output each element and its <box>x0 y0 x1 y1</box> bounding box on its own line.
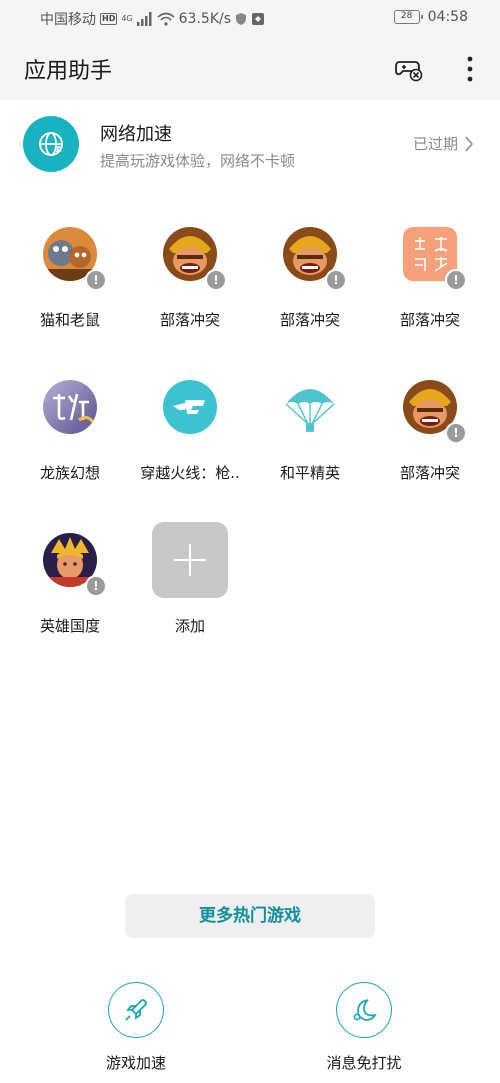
globe-icon <box>23 116 79 172</box>
parachute-icon <box>283 380 337 434</box>
network-type: 4G <box>121 14 133 23</box>
dragon-raja-icon <box>43 380 97 434</box>
network-speed: 63.5K/s <box>178 11 232 27</box>
game-boost-label: 游戏加速 <box>105 1054 166 1072</box>
more-hot-games-button[interactable]: 更多热门游戏 <box>125 894 375 938</box>
game-label: 猫和老鼠 <box>39 311 100 329</box>
game-label: 英雄国度 <box>39 617 100 635</box>
network-boost-status: 已过期 <box>413 133 474 154</box>
more-menu-icon[interactable] <box>455 54 485 84</box>
game-boost-action[interactable]: 游戏加速 <box>66 982 206 1077</box>
game-item[interactable]: ! 英雄国度 <box>10 533 130 653</box>
chevron-right-icon <box>465 135 474 152</box>
network-boost-row[interactable]: 网络加速 提高玩游戏体验，网络不卡顿 已过期 <box>0 100 500 188</box>
page-title: 应用助手 <box>24 59 113 84</box>
shield-icon <box>236 13 247 25</box>
moon-icon <box>336 982 392 1038</box>
clock: 04:58 <box>427 9 468 25</box>
hd-icon: HD <box>100 13 118 25</box>
wifi-icon <box>157 12 175 26</box>
alert-badge-icon: ! <box>445 269 467 291</box>
game-item[interactable]: ! 猫和老鼠 <box>10 227 130 347</box>
game-label: 部落冲突 <box>399 311 460 329</box>
app-status-icon <box>252 13 265 25</box>
game-item[interactable]: 和平精英 <box>250 380 370 500</box>
crossfire-icon <box>163 380 217 434</box>
game-label: 部落冲突 <box>279 311 340 329</box>
alert-badge-icon: ! <box>445 422 467 444</box>
game-label: 龙族幻想 <box>39 464 100 482</box>
alert-badge-icon: ! <box>85 269 107 291</box>
game-label: 穿越火线：枪.. <box>140 464 240 482</box>
gamepad-off-icon[interactable] <box>394 54 424 84</box>
signal-icon <box>136 12 152 26</box>
battery-icon: 28 <box>393 10 423 24</box>
do-not-disturb-action[interactable]: 消息免打扰 <box>294 982 434 1077</box>
game-label: 和平精英 <box>279 464 340 482</box>
alert-badge-icon: ! <box>325 269 347 291</box>
rocket-icon <box>108 982 164 1038</box>
expired-label: 已过期 <box>412 135 458 153</box>
game-item[interactable]: ! 部落冲突 <box>250 227 370 347</box>
game-label: 部落冲突 <box>159 311 220 329</box>
game-item[interactable]: 穿越火线：枪.. <box>130 380 250 500</box>
network-boost-subtitle: 提高玩游戏体验，网络不卡顿 <box>100 152 296 170</box>
app-header: 应用助手 <box>0 36 500 100</box>
game-item[interactable]: ! 部落冲突 <box>370 380 490 500</box>
game-label: 部落冲突 <box>399 464 460 482</box>
status-bar: 中国移动 HD 4G 63.5K/s 28 04:58 <box>0 0 500 36</box>
alert-badge-icon: ! <box>205 269 227 291</box>
do-not-disturb-label: 消息免打扰 <box>326 1054 402 1072</box>
status-left: 中国移动 HD 4G 63.5K/s <box>40 9 265 29</box>
game-item[interactable]: 龙族幻想 <box>10 380 130 500</box>
status-right: 28 04:58 <box>393 9 468 25</box>
network-boost-title: 网络加速 <box>100 124 172 145</box>
alert-badge-icon: ! <box>85 575 107 597</box>
game-item[interactable]: ! 部落冲突 <box>370 227 490 347</box>
game-item[interactable]: ! 部落冲突 <box>130 227 250 347</box>
add-game-button[interactable] <box>152 522 228 598</box>
carrier-label: 中国移动 <box>40 12 96 28</box>
add-game-label: 添加 <box>174 617 205 635</box>
